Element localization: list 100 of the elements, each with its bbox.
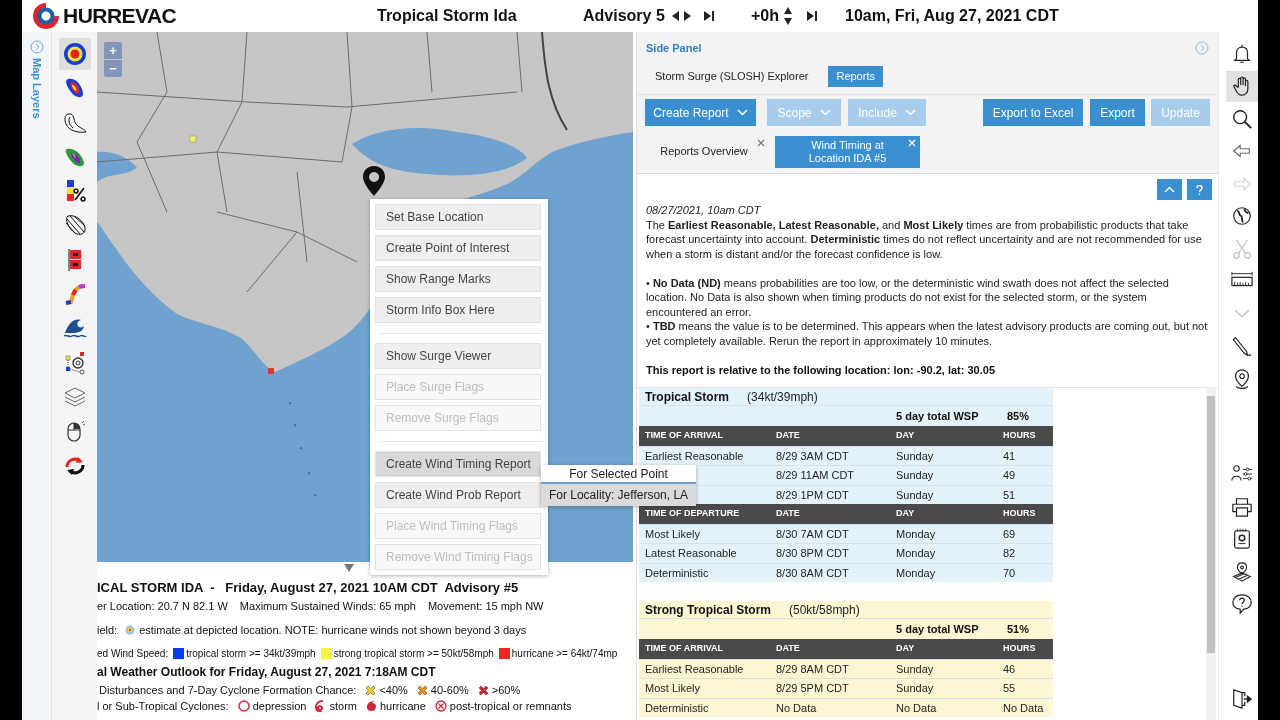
column-header: TIME OF DEPARTURE [644, 507, 741, 520]
legend-text: strong tropical storm >= 50kt/58mph [333, 646, 494, 661]
section-title: Strong Tropical Storm [645, 601, 771, 619]
menu-item[interactable]: Show Range Marks [375, 266, 541, 292]
legend-text: >60% [491, 682, 521, 698]
skip-to-end-icon[interactable] [807, 11, 817, 21]
submenu-item[interactable]: For Locality: Jefferson, LA [541, 484, 696, 506]
x-mark-icon [416, 684, 428, 696]
outlook-title: al Weather Outlook for Friday, August 27, 2021 7:18AM CDT [97, 664, 436, 681]
zoom-out-button[interactable]: − [104, 60, 122, 77]
table-cell-text: 82 [1003, 546, 1017, 561]
table-cell-text: 8/30 8AM CDT [776, 565, 850, 581]
zoom-in-button[interactable]: + [104, 42, 122, 59]
table-cell-text: 8/29 3AM CDT [776, 448, 850, 464]
map-layers-tab[interactable]: Map Layers [29, 58, 44, 119]
table-cell-text: No Data [1003, 700, 1045, 716]
x-mark-icon [365, 684, 377, 696]
table-cell-text: Monday [896, 526, 937, 542]
table-cell-text: Monday [896, 546, 937, 561]
column-header: DATE [776, 429, 801, 442]
table-cell-text: No Data [896, 700, 938, 716]
table-cell-text: Monday [896, 565, 937, 581]
toolbar-button[interactable]: Export to Excel [983, 99, 1083, 126]
legend-text: tropical storm >= 34kt/39mph [186, 646, 316, 661]
toolbar-button[interactable]: Export [1090, 99, 1145, 126]
table-cell-text: 69 [1003, 526, 1017, 542]
menu-item[interactable]: Create Wind Prob Report [375, 482, 541, 508]
map-pin-icon [362, 165, 386, 197]
legend-text: depression [252, 698, 307, 714]
hurricane-icon [365, 700, 377, 712]
panel-tab[interactable]: Storm Surge (SLOSH) Explorer [647, 65, 817, 87]
chevron-down-icon [904, 109, 916, 116]
report-tab[interactable]: Reports Overview [649, 135, 769, 168]
chevron-up-icon [1164, 186, 1175, 193]
wind-field-icon [125, 625, 136, 635]
legend-label: ield: [97, 622, 118, 638]
legend-text: 40-60% [430, 682, 469, 698]
post-tropical-icon [434, 700, 447, 712]
cone-outline-icon [62, 110, 87, 135]
legend-text: hurricane [379, 698, 426, 714]
storm-detail: er Location: 20.7 N 82.1 W [97, 598, 228, 614]
table-cell-text: Earliest Reasonable [644, 661, 745, 677]
table-cell-text: 8/29 1PM CDT [776, 487, 850, 503]
table-cell-text: Sunday [896, 681, 935, 696]
previous-icon[interactable] [671, 11, 679, 21]
table-cell-text: Sunday [896, 661, 935, 677]
panel-title: Side Panel [646, 40, 702, 56]
logo-icon [31, 1, 61, 31]
menu-item[interactable]: Storm Info Box Here [375, 297, 541, 323]
toolbar-button[interactable]: Create Report [645, 99, 756, 126]
next-icon[interactable] [683, 11, 691, 21]
stepper-icon[interactable] [784, 7, 792, 25]
legend-label: Disturbances and 7-Day Cyclone Formation Chance: [98, 682, 357, 698]
table-cell-text: 8/30 8PM CDT [776, 546, 850, 561]
scrollbar[interactable] [1206, 388, 1216, 720]
location-note: This report is relative to the following location: lon: -90.2, lat: 30.05 [646, 362, 996, 377]
table-cell-text: 49 [1003, 468, 1017, 483]
chevron-down-icon [736, 109, 748, 116]
report-tab[interactable]: Wind Timing at Location IDA #5 [775, 135, 920, 168]
report-date: 08/27/2021, 10am CDT [646, 203, 762, 218]
table-cell-text: 55 [1003, 681, 1017, 696]
menu-item[interactable]: Set Base Location [375, 204, 541, 230]
advisory-datetime: 10am, Fri, Aug 27, 2021 CDT [845, 6, 1059, 26]
close-icon[interactable] [757, 138, 765, 147]
table-cell-text: Deterministic [644, 700, 710, 716]
legend-text: <40% [379, 682, 408, 698]
x-mark-icon [477, 684, 489, 696]
depression-icon [237, 700, 250, 712]
table-cell-text: 70 [1003, 565, 1017, 581]
table-cell-text: 46 [1003, 661, 1017, 677]
menu-item[interactable]: Show Surge Viewer [375, 343, 541, 369]
column-header: HOURS [1003, 507, 1037, 520]
column-header: HOURS [1003, 642, 1037, 655]
storm-summary-title: ICAL STORM IDA - Friday, August 27, 2021 10AM CDT Advisory #5 [97, 578, 519, 597]
section-speed: (34kt/39mph) [747, 388, 818, 406]
app-name: HURREVAC [63, 3, 177, 30]
report-paragraph: • TBD means the value is to be determined. This appears when the latest advisory products are coming out, but not yet completely available. Rerun the report in approximately 10 minutes. [646, 319, 1209, 348]
time-offset: +0h [751, 6, 779, 26]
menu-item[interactable]: Create Point of Interest [375, 235, 541, 261]
table-cell-text: Most Likely [644, 526, 702, 542]
report-paragraph: The Earliest Reasonable, Latest Reasonable, and Most Likely times are from probabilistic products that take forecast uncertainty into account. Deterministic times do not reflect uncertainty and are not recommended for use when a storm is distant and/or the forecast confidence is low. [646, 217, 1203, 261]
skip-to-end-icon[interactable] [703, 11, 714, 21]
table-cell-text: No Data [776, 700, 818, 716]
help-button[interactable] [1187, 179, 1212, 200]
table-cell-text: Sunday [896, 468, 935, 483]
panel-tab[interactable]: Reports [828, 65, 883, 87]
table-cell-text: 8/29 5PM CDT [776, 681, 850, 696]
section-speed: (50kt/58mph) [789, 601, 860, 619]
wsp-value: 85% [1006, 408, 1031, 424]
column-header: DATE [776, 507, 801, 520]
column-header: DAY [896, 507, 916, 520]
legend-text: storm [329, 698, 357, 714]
expand-icon[interactable] [344, 564, 354, 572]
menu-item[interactable]: Create Wind Timing Report [375, 451, 541, 477]
layer-button[interactable] [58, 38, 91, 70]
submenu-item[interactable]: For Selected Point [541, 465, 696, 484]
legend-text: post-tropical or remnants [449, 698, 572, 714]
legend-label: l or Sub-Tropical Cyclones: [97, 698, 229, 714]
section-title: Tropical Storm [645, 388, 730, 406]
storm-detail: Movement: 15 mph NW [427, 598, 544, 614]
